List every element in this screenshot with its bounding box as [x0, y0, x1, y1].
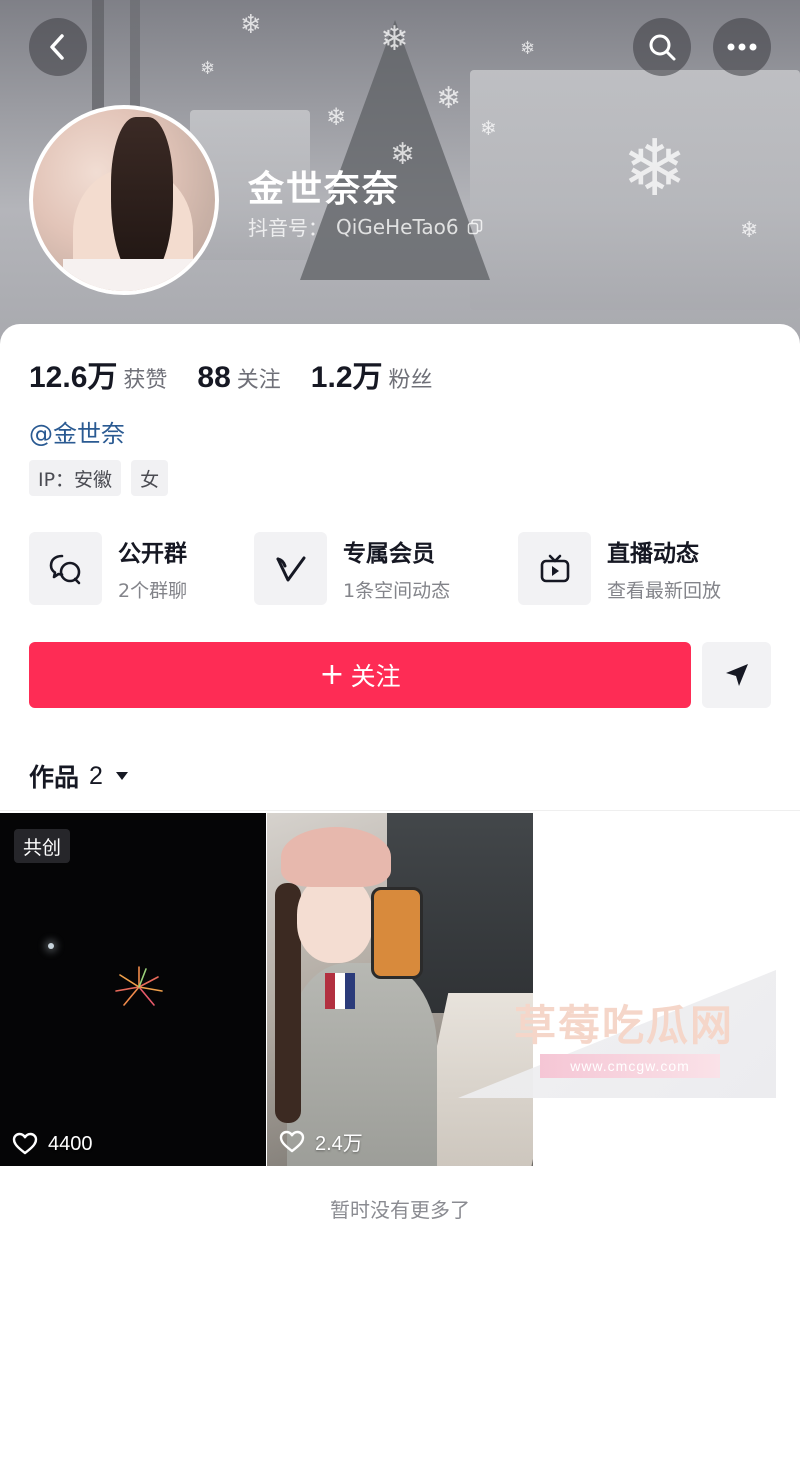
chevron-left-icon [50, 34, 64, 60]
works-label: 作品 [29, 763, 80, 792]
share-button[interactable] [702, 642, 771, 708]
follow-label: 关注 [350, 662, 401, 691]
profile-tags: IP：安徽 女 [29, 460, 169, 496]
likes-count: 4400 [48, 1132, 93, 1155]
group-chat-icon [49, 554, 80, 584]
plus-icon: + [319, 657, 345, 692]
tag-ip-location: IP：安徽 [29, 460, 122, 496]
stat-label: 粉丝 [388, 368, 433, 393]
feature-title: 公开群 [118, 541, 187, 567]
caret-down-icon [115, 772, 128, 780]
video-likes: 4400 [12, 1132, 93, 1156]
feature-exclusive-member[interactable]: 专属会员 1条空间动态 [254, 532, 450, 605]
live-tv-icon [540, 554, 569, 582]
stat-label: 获赞 [123, 368, 168, 393]
stat-followers[interactable]: 1.2万 粉丝 [311, 352, 433, 396]
douyin-id-row[interactable]: 抖音号： QiGeHeTao6 [248, 212, 483, 241]
heart-icon [12, 1132, 38, 1155]
vip-v-icon [276, 556, 305, 581]
banner-window-frame [92, 0, 172, 110]
mention-link[interactable]: @金世奈 [29, 414, 125, 449]
divider [0, 810, 800, 811]
stat-value: 12.6万 [29, 361, 118, 394]
search-icon [649, 34, 676, 61]
more-button[interactable] [713, 18, 771, 76]
snowflake-icon: ❄ [436, 81, 462, 116]
send-arrow-icon [725, 664, 748, 686]
heart-icon [279, 1130, 305, 1152]
watermark-url: www.cmcgw.com [540, 1054, 720, 1078]
feature-subtitle: 1条空间动态 [343, 580, 451, 602]
snowflake-icon: ❄ [380, 19, 409, 59]
douyin-id-value: QiGeHeTao6 [336, 214, 459, 239]
snowflake-icon: ❄ [326, 103, 347, 131]
snowflake-icon: ❄ [240, 10, 262, 40]
stat-label: 关注 [236, 368, 281, 393]
feature-public-group[interactable]: 公开群 2个群聊 [29, 532, 187, 605]
feature-entries: 公开群 2个群聊 专属会员 1条空间动态 直播动态 查看最新回放 [29, 532, 771, 606]
profile-banner: ❄ ❄ ❄ ❄ ❄ ❄ ❄ ❄ ❄ ❄ 金世奈奈 抖音号： QiGeHeTao6 [0, 0, 800, 350]
snowflake-icon: ❄ [520, 38, 536, 59]
more-horizontal-icon [727, 43, 757, 51]
likes-count: 2.4万 [315, 1133, 363, 1155]
stat-value: 1.2万 [310, 361, 383, 394]
snowflake-icon: ❄ [740, 218, 759, 243]
feature-live-updates[interactable]: 直播动态 查看最新回放 [518, 532, 721, 605]
feature-title: 直播动态 [607, 541, 699, 567]
video-thumbnail[interactable]: 2.4万 [267, 813, 533, 1166]
copy-icon[interactable] [467, 218, 483, 235]
stat-following[interactable]: 88 关注 [197, 361, 280, 395]
works-tab[interactable]: 作品 2 [29, 758, 129, 794]
stats-row: 12.6万 获赞 88 关注 1.2万 粉丝 [29, 352, 463, 396]
tag-gender: 女 [131, 460, 169, 496]
feature-title: 专属会员 [343, 541, 435, 567]
search-button[interactable] [633, 18, 691, 76]
douyin-id-label: 抖音号： [248, 216, 328, 240]
watermark-title: 草莓吃瓜网 [514, 1001, 735, 1050]
end-of-list-text: 暂时没有更多了 [330, 1198, 470, 1222]
snowflake-icon: ❄ [622, 124, 688, 214]
co-create-badge: 共创 [14, 829, 71, 863]
snowflake-icon: ❄ [480, 116, 497, 140]
firework-image [115, 966, 163, 1006]
profile-name: 金世奈奈 [248, 169, 401, 210]
stat-likes: 12.6万 获赞 [29, 352, 167, 396]
stat-value: 88 [197, 361, 231, 394]
feature-subtitle: 查看最新回放 [607, 580, 722, 602]
snowflake-icon: ❄ [200, 58, 216, 79]
profile-card: 12.6万 获赞 88 关注 1.2万 粉丝 @金世奈 IP：安徽 女 公开群 … [0, 324, 800, 1458]
streetlight [48, 943, 54, 949]
follow-button[interactable]: + 关注 [29, 642, 691, 708]
feature-subtitle: 2个群聊 [118, 580, 188, 602]
works-count: 2 [89, 761, 103, 790]
avatar[interactable] [29, 105, 219, 295]
video-thumbnail[interactable]: 共创 4400 [0, 813, 266, 1166]
video-likes: 2.4万 [279, 1127, 363, 1156]
back-button[interactable] [29, 18, 87, 76]
